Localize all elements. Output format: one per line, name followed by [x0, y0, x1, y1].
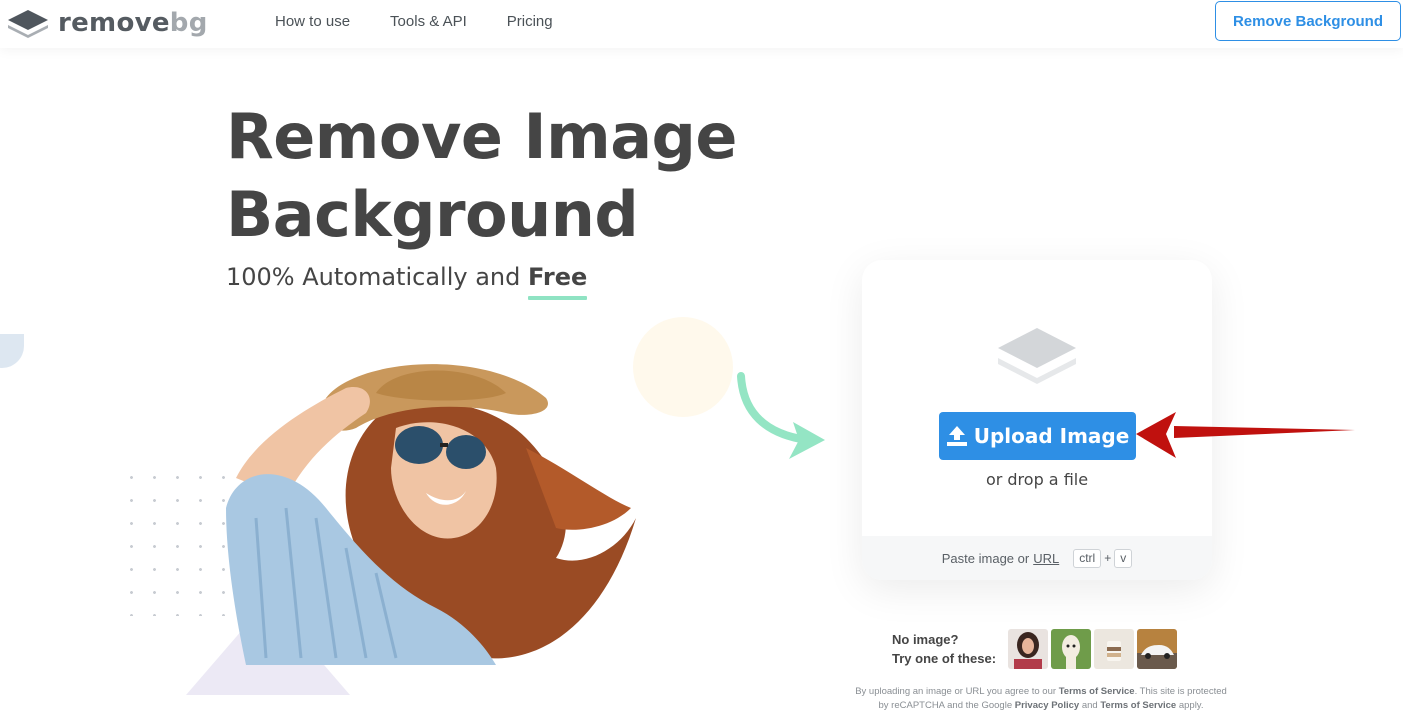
privacy-link[interactable]: Privacy Policy [1015, 700, 1079, 711]
paste-prefix: Paste image or [941, 550, 1030, 566]
paste-bar: Paste image or URL ctrl + v [862, 536, 1212, 580]
decorative-half-circle [0, 334, 24, 368]
title-line-1: Remove Image [226, 100, 737, 173]
samples-label-line1: No image? [892, 632, 959, 647]
decorative-dot-grid [120, 466, 230, 616]
kbd-v: v [1114, 548, 1133, 568]
kbd-ctrl: ctrl [1073, 548, 1102, 568]
upload-button-label: Upload Image [973, 424, 1130, 448]
sample-woman-thumb[interactable] [1008, 629, 1048, 669]
subtitle-prefix: 100% Automatically and [226, 263, 521, 291]
terms-link-2[interactable]: Terms of Service [1100, 700, 1176, 711]
upload-icon [946, 426, 967, 446]
paste-url-link[interactable]: URL [1033, 551, 1059, 566]
page-title: Remove Image Background [226, 98, 786, 254]
sample-images [1008, 629, 1180, 669]
legal-notice: By uploading an image or URL you agree t… [855, 686, 1227, 711]
nav-how-to-use[interactable]: How to use [275, 13, 350, 31]
decorative-circle [633, 317, 733, 417]
title-line-2: Background [226, 178, 639, 251]
samples-label-line2: Try one of these: [892, 651, 997, 666]
sample-car-thumb[interactable] [1137, 629, 1177, 669]
logo[interactable]: removebg [6, 7, 208, 39]
samples-label: No image? Try one of these: [892, 630, 996, 668]
hero-subtitle: 100% Automatically and Free [226, 263, 588, 300]
upload-image-button[interactable]: Upload Image [939, 412, 1136, 460]
sample-cup-thumb[interactable] [1094, 629, 1134, 669]
top-navbar: removebg How to use Tools & API Pricing … [0, 0, 1403, 48]
terms-link[interactable]: Terms of Service [1059, 686, 1135, 697]
drop-file-text: or drop a file [985, 470, 1089, 489]
stacked-layers-icon [8, 10, 48, 38]
hero-photo-woman [226, 364, 636, 665]
logo-text: removebg [58, 8, 208, 38]
nav-tools-api[interactable]: Tools & API [390, 13, 467, 31]
annotation-red-arrow [1136, 412, 1355, 458]
remove-background-button[interactable]: Remove Background [1215, 1, 1401, 41]
decorative-green-arrow [737, 372, 825, 459]
kbd-plus: + [1104, 551, 1112, 565]
stacked-layers-icon [998, 328, 1076, 384]
main-nav: How to use Tools & API Pricing [275, 13, 593, 31]
subtitle-highlight: Free [528, 263, 588, 300]
sample-alpaca-thumb[interactable] [1051, 629, 1091, 669]
nav-pricing[interactable]: Pricing [507, 13, 553, 31]
